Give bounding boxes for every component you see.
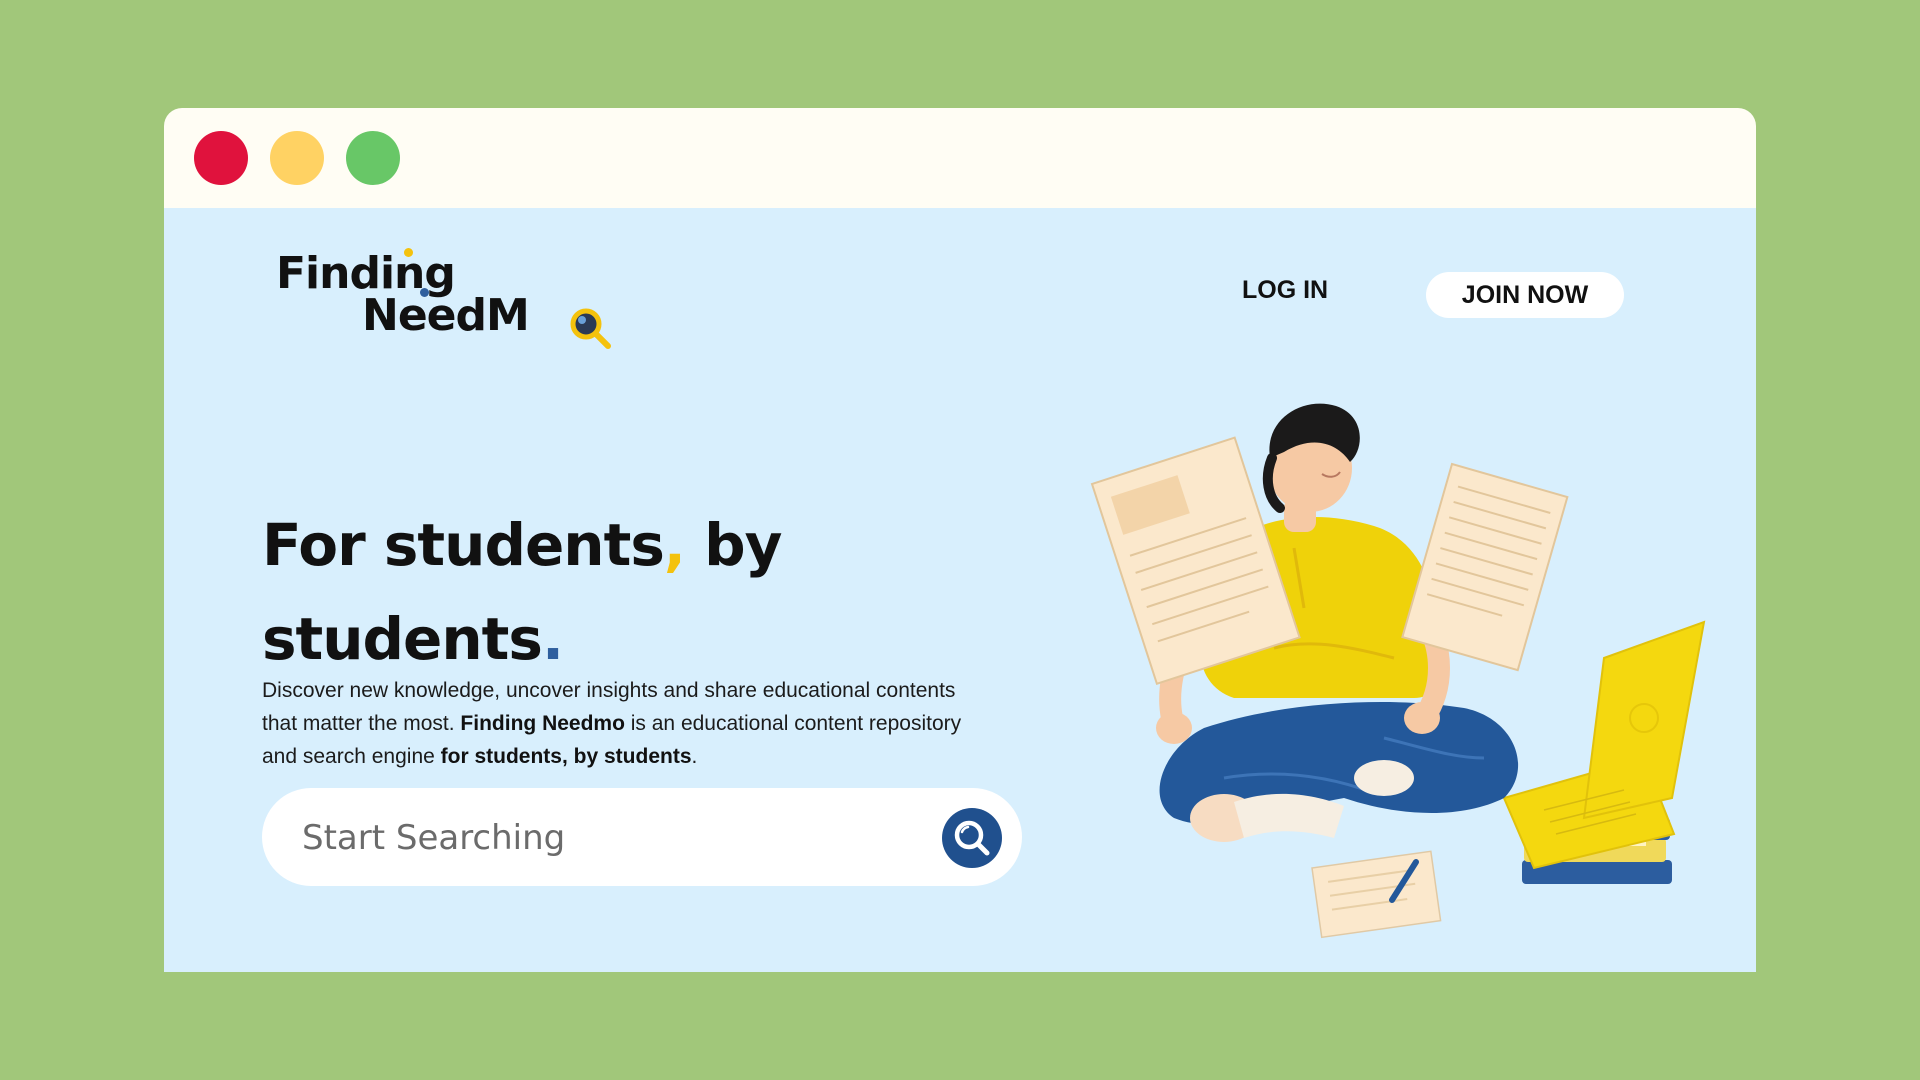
desc-text-3: .: [691, 745, 698, 768]
student-reading-illustration: [1090, 403, 1706, 939]
window-titlebar: [164, 108, 1756, 208]
headline-text-3: students: [262, 605, 543, 673]
hero-headline: For students, by students.: [262, 498, 782, 686]
logo-accent-dot-blue: [420, 288, 429, 297]
headline-comma: ,: [663, 511, 686, 579]
headline-text-1: For students: [262, 511, 665, 579]
logo-text-needmo: NeedM: [362, 290, 530, 341]
hero-description: Discover new knowledge, uncover insights…: [262, 674, 982, 773]
minimize-window-button[interactable]: [270, 131, 324, 185]
join-now-button[interactable]: JOIN NOW: [1426, 272, 1624, 318]
search-bar: [262, 788, 1022, 886]
desc-tagline: for students, by students: [440, 745, 692, 768]
site-logo[interactable]: Finding NeedM: [276, 248, 611, 352]
headline-text-2: by: [684, 511, 782, 579]
search-input[interactable]: [300, 808, 904, 868]
search-button[interactable]: [942, 808, 1002, 868]
search-icon: [954, 820, 990, 856]
close-window-button[interactable]: [194, 131, 248, 185]
browser-window: Finding NeedM LOG IN JOIN NOW For studen…: [164, 108, 1756, 972]
desc-brand: Finding Needmo: [460, 712, 625, 735]
headline-period: .: [541, 605, 564, 673]
magnifier-o-icon: [570, 308, 611, 349]
login-link[interactable]: LOG IN: [1242, 272, 1328, 308]
logo-accent-dot-yellow: [404, 248, 413, 257]
page-content: Finding NeedM LOG IN JOIN NOW For studen…: [164, 208, 1756, 972]
maximize-window-button[interactable]: [346, 131, 400, 185]
